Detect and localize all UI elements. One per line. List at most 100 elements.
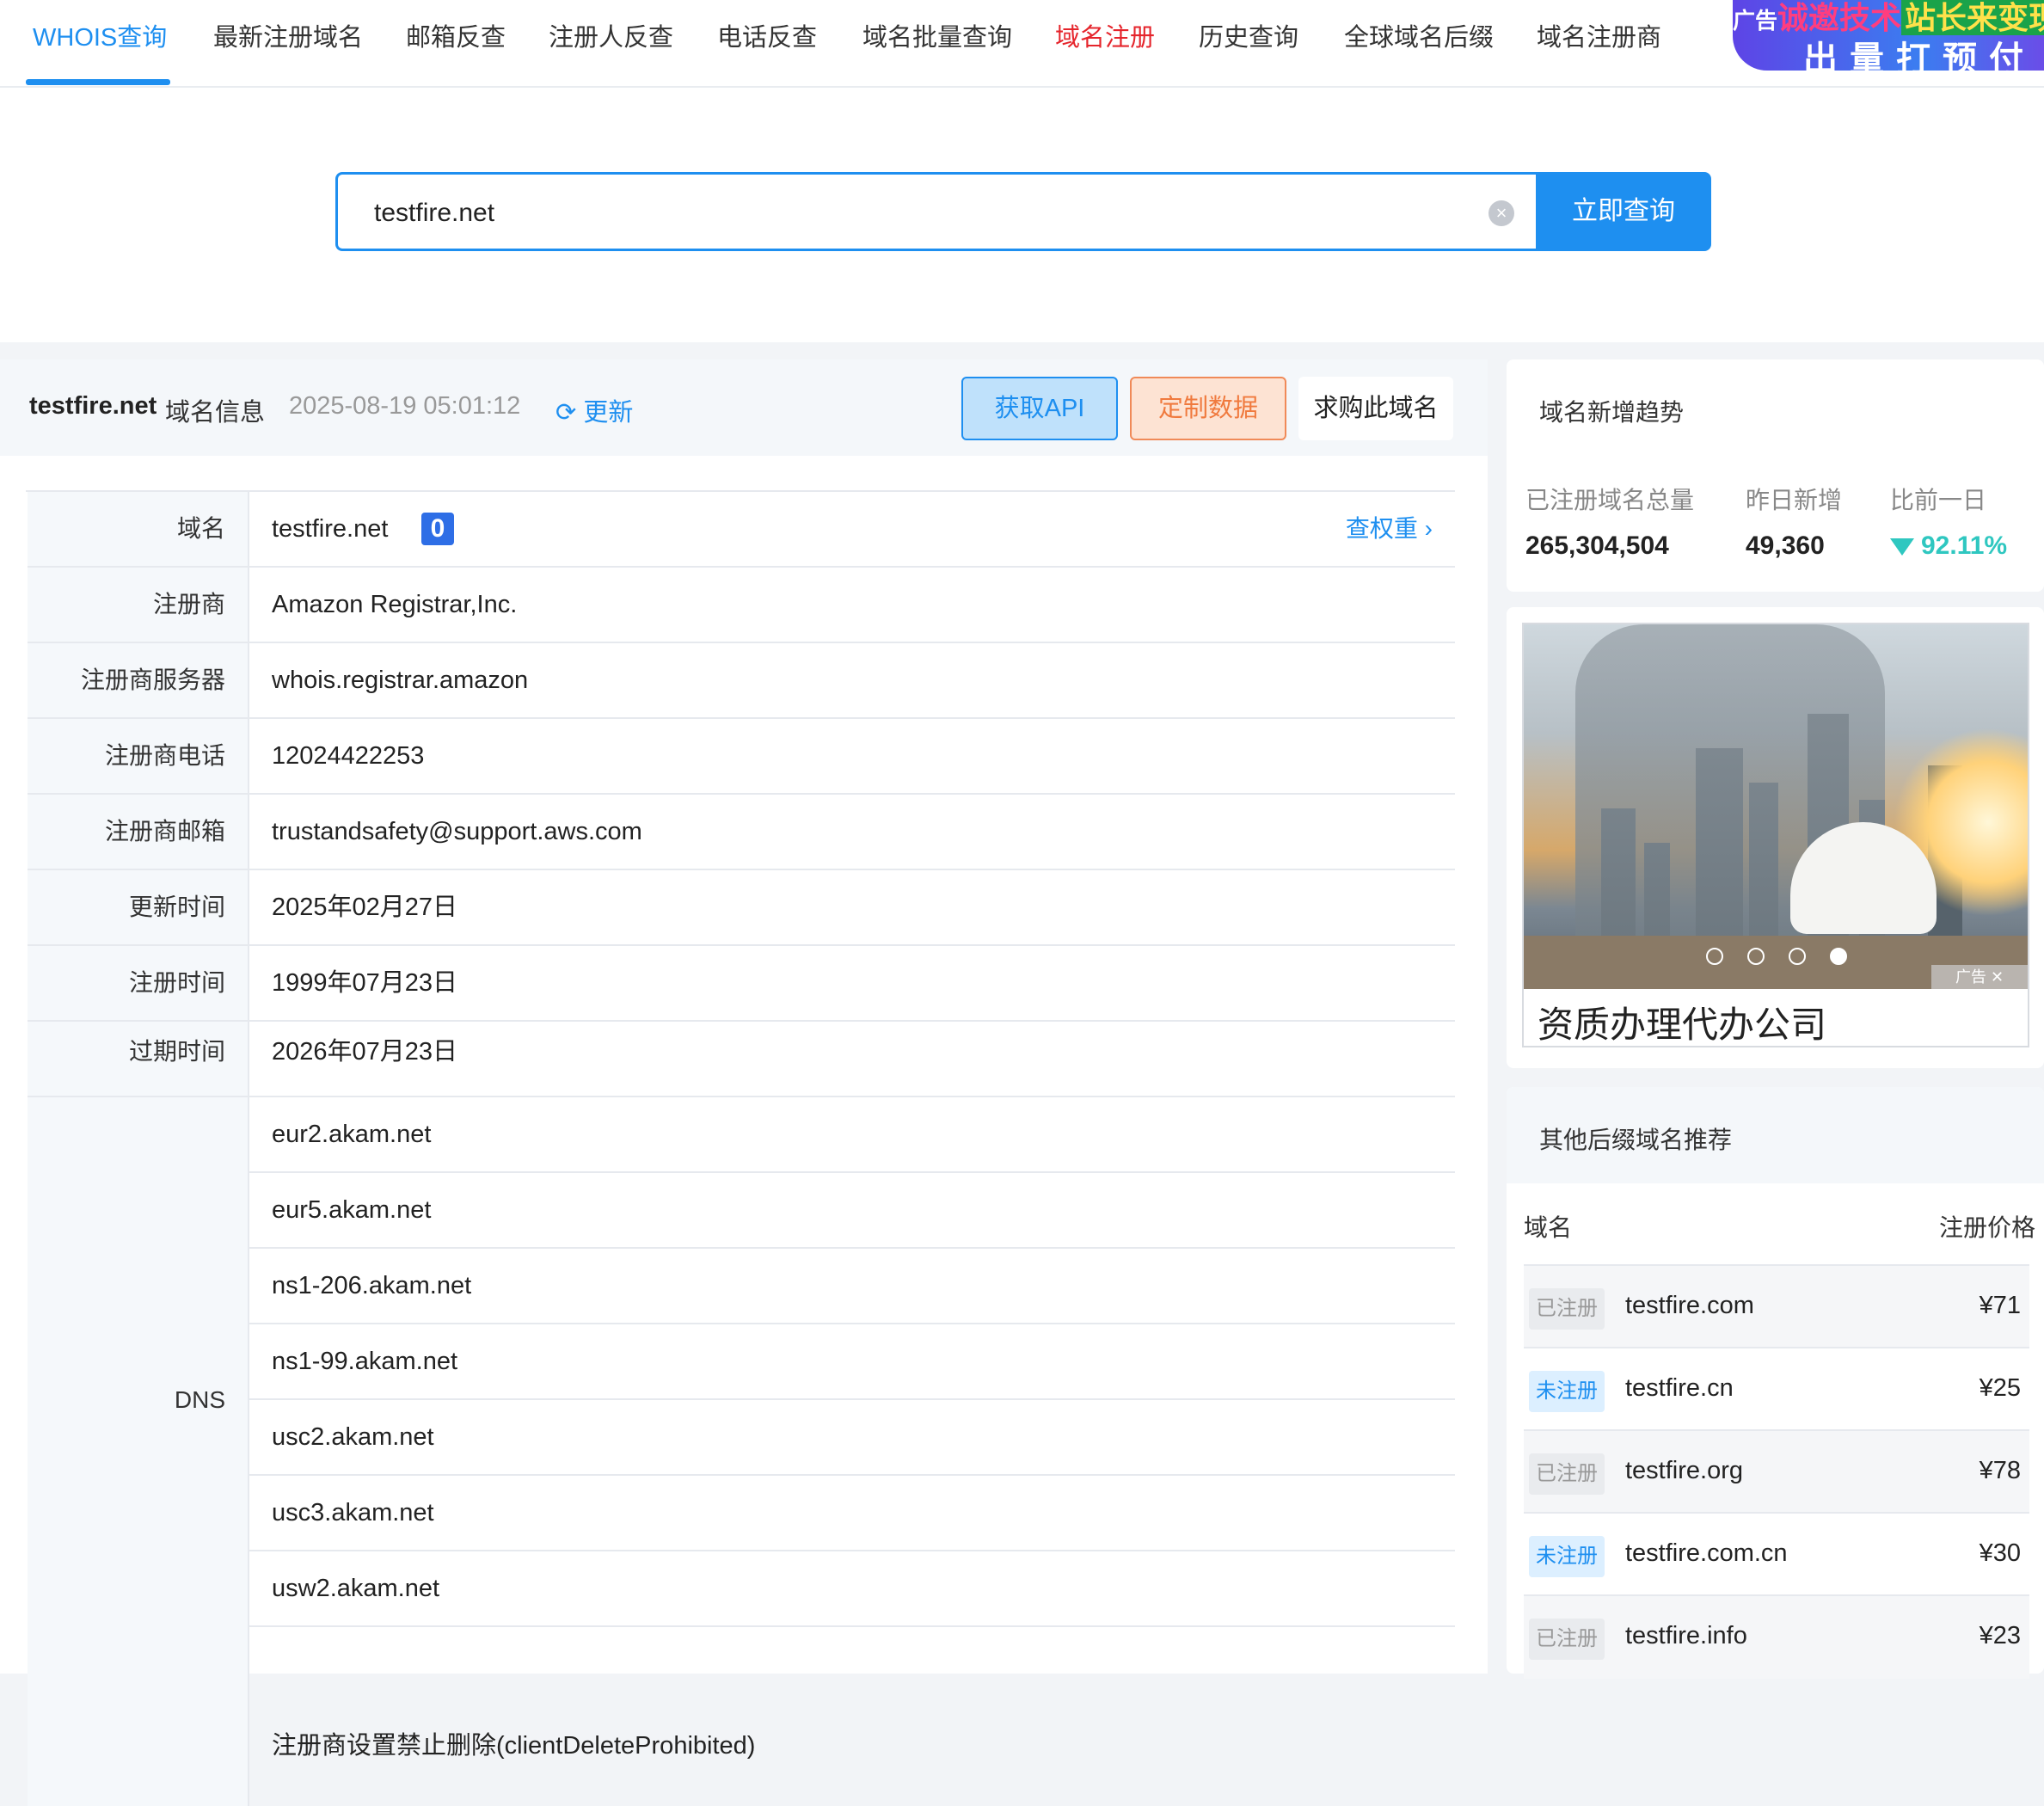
table-row-domain: 域名 testfire.net 0 查权重 › [28,492,1455,568]
nav-email-reverse[interactable]: 邮箱反查 [406,19,506,57]
table-row-registrar-email: 注册商邮箱 trustandsafety@support.aws.com [28,795,1455,870]
list-item[interactable]: 未注册 testfire.com.cn ¥30 [1524,1512,2029,1596]
suggest-price: ¥78 [1979,1457,2021,1484]
check-weight-link[interactable]: 查权重 › [1346,492,1433,566]
close-circle-icon[interactable]: × [1488,200,1514,226]
trend-card: 域名新增趋势 已注册域名总量 265,304,504 昨日新增 49,360 比… [1507,359,2044,592]
row-label: 更新时间 [28,870,249,944]
yesterday-value: 49,360 [1746,531,1825,560]
row-value: trustandsafety@support.aws.com [272,818,642,845]
row-label: 注册商邮箱 [28,795,249,869]
row-label: 域名 [28,492,249,566]
nav-registrars[interactable]: 域名注册商 [1537,19,1661,57]
table-row-dns: usw2.akam.net [249,1551,1455,1627]
refresh-icon: ⟳ [556,399,577,427]
custom-data-button[interactable]: 定制数据 [1130,377,1286,440]
info-title-suffix: 域名信息 [165,399,266,427]
list-item[interactable]: 已注册 testfire.org ¥78 [1524,1429,2029,1514]
dns-value: ns1-206.akam.net [272,1272,472,1299]
list-item[interactable]: 已注册 testfire.info ¥23 [1524,1594,2029,1679]
nav-phone-reverse[interactable]: 电话反查 [717,19,817,57]
buy-domain-button[interactable]: 求购此域名 [1298,377,1453,440]
top-nav: WHOIS查询 最新注册域名 邮箱反查 注册人反查 电话反查 域名批量查询 域名… [0,0,2044,88]
search-button[interactable]: 立即查询 [1536,172,1711,251]
nav-history[interactable]: 历史查询 [1199,19,1298,57]
refresh-link[interactable]: ⟳ 更新 [556,392,633,428]
table-row-dns: ns1-206.akam.net [249,1249,1455,1324]
ad-image[interactable]: 广告 ✕ [1524,624,2028,989]
table-row-expires: 过期时间 2026年07月23日 [28,1022,1455,1097]
ad-banner-line2: 出量打预付 [1803,40,2035,71]
table-row-status: 注册商设置禁止删除(clientDeleteProhibited) [249,1703,1455,1778]
row-value: 1999年07月23日 [272,969,458,997]
row-value: 2025年02月27日 [272,894,458,921]
dns-value: eur2.akam.net [272,1121,432,1148]
suggest-price: ¥23 [1979,1622,2021,1649]
nav-whois[interactable]: WHOIS查询 [33,19,167,57]
suggest-price: ¥71 [1979,1292,2021,1319]
col-domain: 域名 [1524,1214,1573,1241]
status-badge: 已注册 [1529,1288,1605,1330]
weight-badge: 0 [421,513,454,545]
info-domain: testfire.net [29,392,157,420]
nav-batch-query[interactable]: 域名批量查询 [862,19,1012,57]
top-ad-banner[interactable]: 广告诚邀技术站长来变现 出量打预付 [1733,0,2044,71]
domain-info-panel: testfire.net 域名信息 2025-08-19 05:01:12 ⟳ … [0,359,1488,1806]
chevron-right-icon: › [1424,515,1433,542]
carousel-dot[interactable] [1706,948,1723,965]
trend-title: 域名新增趋势 [1539,399,1685,426]
table-row-updated: 更新时间 2025年02月27日 [28,870,1455,946]
ad-caption[interactable]: 资质办理代办公司 [1538,996,1826,1046]
yesterday-label: 昨日新增 [1746,487,1843,513]
row-value: whois.registrar.amazon [272,666,529,694]
carousel-dot-active[interactable] [1830,948,1847,965]
dns-value: usw2.akam.net [272,1575,440,1602]
total-label: 已注册域名总量 [1525,487,1695,513]
col-price: 注册价格 [1938,1214,2035,1241]
row-label: 注册商 [28,568,249,642]
status-badge: 已注册 [1529,1619,1605,1660]
list-item[interactable]: 已注册 testfire.com ¥71 [1524,1264,2029,1348]
row-label: 注册时间 [28,946,249,1020]
list-item[interactable]: 未注册 testfire.cn ¥25 [1524,1347,2029,1431]
search-input[interactable] [372,194,1451,233]
suggest-domain[interactable]: testfire.com [1625,1266,1754,1345]
carousel-dot[interactable] [1747,948,1765,965]
dns-value: usc2.akam.net [272,1423,434,1451]
side-ad[interactable]: 广告 ✕ 资质办理代办公司 [1522,623,2029,1047]
status-value: 注册商设置禁止删除(clientDeleteProhibited) [272,1732,756,1760]
suggest-domain[interactable]: testfire.org [1625,1431,1743,1510]
info-header: testfire.net 域名信息 2025-08-19 05:01:12 ⟳ … [0,359,1488,456]
table-row-registrar-server: 注册商服务器 whois.registrar.amazon [28,643,1455,719]
table-row-dns: ns1-99.akam.net [249,1324,1455,1400]
suggest-header: 其他后缀域名推荐 [1507,1087,2044,1183]
row-value: 12024422253 [272,742,425,770]
suggest-domain[interactable]: testfire.info [1625,1596,1747,1675]
triangle-down-icon [1890,538,1914,556]
nav-global-suffix[interactable]: 全球域名后缀 [1344,19,1494,57]
suggest-domain[interactable]: testfire.cn [1625,1348,1734,1428]
suggest-card: 其他后缀域名推荐 域名 注册价格 已注册 testfire.com ¥71 未注… [1507,1087,2044,1679]
info-timestamp: 2025-08-19 05:01:12 [289,392,521,420]
suggest-domain[interactable]: testfire.com.cn [1625,1514,1788,1593]
nav-registrant-reverse[interactable]: 注册人反查 [549,19,673,57]
table-row-dns: usc3.akam.net [249,1476,1455,1551]
carousel-dot[interactable] [1789,948,1806,965]
table-row-registrar-phone: 注册商电话 12024422253 [28,719,1455,795]
row-value: testfire.net [272,515,389,543]
dns-value: eur5.akam.net [272,1196,432,1224]
close-icon[interactable]: ✕ [1991,968,2004,986]
whois-table: 域名 testfire.net 0 查权重 › 注册商 Amazon Regis… [26,490,1455,1806]
nav-domain-register[interactable]: 域名注册 [1055,19,1155,57]
table-row-dns: usc2.akam.net [249,1400,1455,1476]
ad-tag[interactable]: 广告 ✕ [1931,965,2028,989]
table-row-registrar: 注册商 Amazon Registrar,Inc. [28,568,1455,643]
compare-value: 92.11% [1921,531,2008,560]
status-label [28,1703,249,1806]
status-badge: 未注册 [1529,1371,1605,1412]
nav-latest-domains[interactable]: 最新注册域名 [213,19,363,57]
compare-label: 比前一日 [1890,487,1987,513]
row-value: Amazon Registrar,Inc. [272,591,518,618]
get-api-button[interactable]: 获取API [961,377,1118,440]
row-label: 过期时间 [28,1022,249,1096]
